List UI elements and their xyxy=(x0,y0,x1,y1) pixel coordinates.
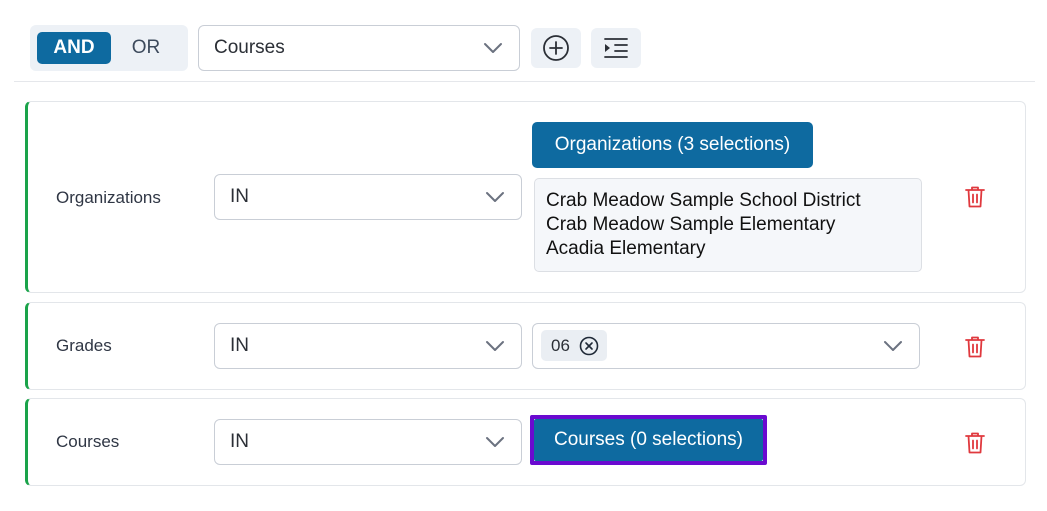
selection-item: Crab Meadow Sample School District xyxy=(546,190,861,211)
operator-select-value: IN xyxy=(230,186,249,207)
operator-select[interactable]: IN xyxy=(214,419,522,465)
remove-tag-icon[interactable] xyxy=(579,336,599,356)
operator-select[interactable]: IN xyxy=(214,174,522,220)
field-select[interactable]: Courses xyxy=(198,25,520,71)
organizations-selections-button[interactable]: Organizations (3 selections) xyxy=(532,122,813,168)
plus-circle-icon xyxy=(543,35,569,61)
grade-tag-label: 06 xyxy=(551,335,570,355)
operator-select[interactable]: IN xyxy=(214,323,522,369)
rule-field-label: Organizations xyxy=(56,188,161,207)
chevron-down-icon xyxy=(484,43,502,53)
operator-select-value: IN xyxy=(230,431,249,452)
logic-toolbar: AND OR xyxy=(30,25,188,71)
and-button[interactable]: AND xyxy=(37,32,111,64)
add-group-button[interactable] xyxy=(591,28,641,68)
trash-icon[interactable] xyxy=(964,185,986,209)
grades-multiselect[interactable]: 06 xyxy=(532,323,920,369)
chevron-down-icon xyxy=(486,341,504,351)
rule-field-label: Courses xyxy=(56,432,120,451)
courses-selections-button[interactable]: Courses (0 selections) xyxy=(534,419,763,461)
field-select-value: Courses xyxy=(214,37,285,58)
chevron-down-icon xyxy=(486,192,504,202)
rule-field-label: Grades xyxy=(56,336,112,355)
rule-row-organizations: Organizations IN Organizations (3 select… xyxy=(25,101,1026,293)
toolbar-divider xyxy=(14,81,1035,82)
rule-row-courses: Courses IN Courses (0 selections) xyxy=(25,398,1026,486)
operator-select-value: IN xyxy=(230,335,249,356)
selection-item: Acadia Elementary xyxy=(546,238,706,259)
grade-tag: 06 xyxy=(541,330,607,361)
chevron-down-icon xyxy=(884,341,902,351)
indent-icon xyxy=(604,38,628,58)
or-button[interactable]: OR xyxy=(111,32,181,64)
add-rule-button[interactable] xyxy=(531,28,581,68)
selection-item: Crab Meadow Sample Elementary xyxy=(546,214,836,235)
and-or-toggle: AND OR xyxy=(30,25,188,71)
chevron-down-icon xyxy=(486,437,504,447)
rule-row-grades: Grades IN 06 xyxy=(25,302,1026,390)
organizations-selection-list: Crab Meadow Sample School District Crab … xyxy=(534,178,922,272)
trash-icon[interactable] xyxy=(964,431,986,455)
trash-icon[interactable] xyxy=(964,335,986,359)
